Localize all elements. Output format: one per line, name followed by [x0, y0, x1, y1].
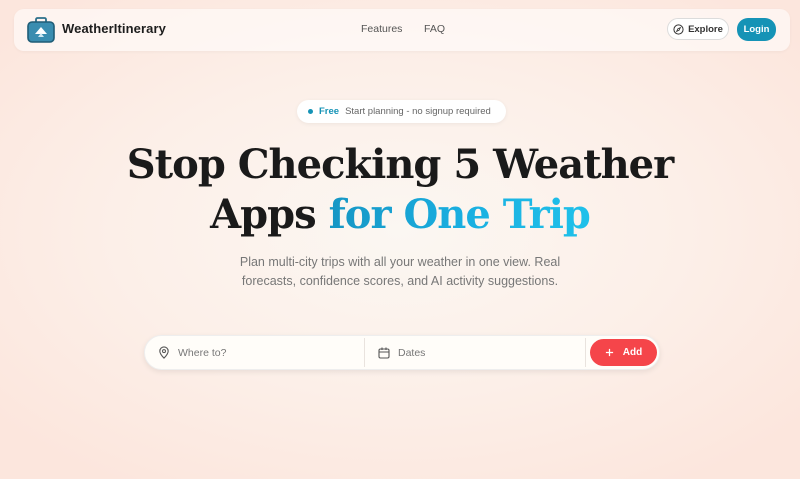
hero-subheading: Plan multi-city trips with all your weat… [0, 253, 800, 291]
explore-button[interactable]: Explore [667, 18, 729, 40]
hero-headline: Stop Checking 5 Weather Apps for One Tri… [0, 140, 800, 240]
dates-field[interactable] [378, 336, 583, 369]
free-badge: Free Start planning - no signup required [297, 100, 506, 123]
suitcase-logo-icon[interactable] [27, 17, 55, 43]
calendar-icon [378, 347, 390, 359]
badge-free-label: Free [319, 106, 340, 117]
headline-line-1: Stop Checking 5 Weather [126, 141, 674, 188]
dates-input[interactable] [398, 346, 558, 359]
login-button[interactable]: Login [737, 18, 776, 41]
add-button[interactable]: Add [590, 339, 657, 366]
subhead-line-2: forecasts, confidence scores, and AI act… [241, 274, 559, 288]
plus-icon [605, 348, 613, 357]
nav-link-faq[interactable]: FAQ [424, 23, 445, 35]
explore-label: Explore [688, 23, 723, 35]
trip-search-bar: Add [144, 335, 660, 370]
field-divider [364, 338, 365, 367]
headline-line-2-plain: Apps [210, 191, 316, 238]
where-input[interactable] [178, 346, 338, 359]
nav-link-features[interactable]: Features [361, 23, 402, 35]
where-field[interactable] [158, 336, 364, 369]
compass-icon [673, 23, 684, 35]
map-pin-icon [159, 346, 169, 359]
top-navbar: WeatherItinerary Features FAQ Explore Lo… [14, 9, 790, 51]
subhead-line-1: Plan multi-city trips with all your weat… [239, 255, 561, 269]
field-divider [585, 338, 586, 367]
brand-name[interactable]: WeatherItinerary [62, 21, 166, 36]
add-label: Add [622, 347, 643, 358]
headline-line-2-accent: for One Trip [328, 191, 591, 238]
badge-text: Start planning - no signup required [345, 106, 491, 117]
status-dot [308, 109, 313, 114]
